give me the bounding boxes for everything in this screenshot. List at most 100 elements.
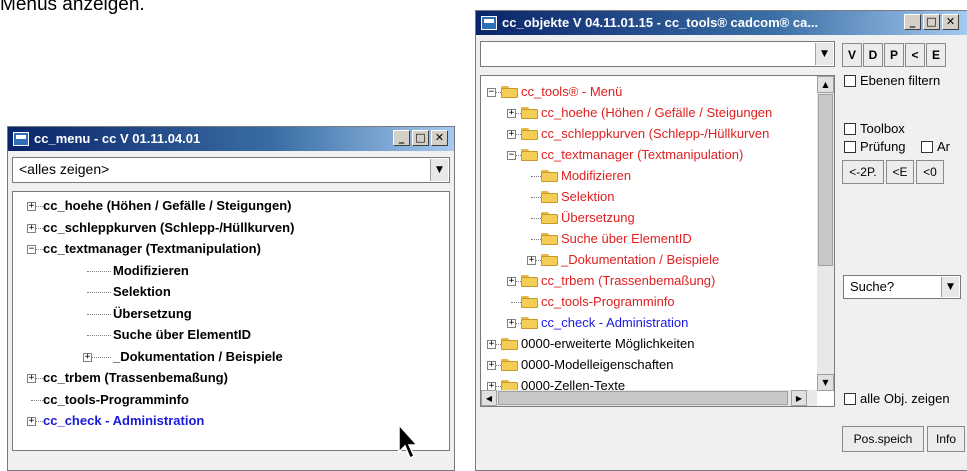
tree-item[interactable]: Übersetzung <box>13 304 449 324</box>
tree-item[interactable]: + cc_trbem (Trassenbemaßung) <box>13 368 449 388</box>
expand-toggle[interactable]: + <box>507 319 516 328</box>
tree-item[interactable]: +0000-erweiterte Möglichkeiten <box>481 334 834 354</box>
folder-icon <box>541 233 558 245</box>
expand-toggle[interactable]: + <box>527 256 536 265</box>
scroll-down-arrow[interactable]: ▼ <box>817 374 834 391</box>
tree-item[interactable]: − cc_tools® - Menü <box>481 82 834 102</box>
d-button[interactable]: D <box>863 43 883 67</box>
filter-combo[interactable]: <alles zeigen> ▼ <box>12 157 450 183</box>
tree-item-label: _Dokumentation / Beispiele <box>113 348 283 364</box>
tree-item[interactable]: + cc_schleppkurven (Schlepp-/Hüllkurven <box>481 124 834 144</box>
back-button[interactable]: < <box>905 43 925 67</box>
toolbox-checkbox[interactable]: Toolbox <box>844 121 905 136</box>
horizontal-scrollbar[interactable]: ◀ ▶ <box>481 390 817 406</box>
vertical-scrollbar[interactable]: ▲ ▼ <box>817 76 834 391</box>
tree-item-label: cc_check - Administration <box>541 315 689 330</box>
minimize-button[interactable]: _ <box>904 14 921 30</box>
expand-toggle[interactable]: + <box>27 223 36 233</box>
tree-item[interactable]: Suche über ElementID <box>13 325 449 345</box>
expand-toggle[interactable]: + <box>507 109 516 118</box>
suche-combo[interactable]: Suche? ▼ <box>843 275 961 299</box>
menu-tree[interactable]: + cc_hoehe (Höhen / Gefälle / Steigungen)… <box>12 191 450 451</box>
tree-item-label: Modifizieren <box>561 168 632 183</box>
expand-toggle[interactable]: + <box>83 352 92 362</box>
scroll-thumb[interactable] <box>498 391 788 405</box>
folder-icon <box>521 149 538 161</box>
tree-item[interactable]: +0000-Modelleigenschaften <box>481 355 834 375</box>
scroll-thumb[interactable] <box>818 94 833 266</box>
scroll-right-arrow[interactable]: ▶ <box>791 390 807 406</box>
expand-toggle[interactable]: + <box>487 340 496 349</box>
expand-toggle[interactable]: + <box>27 202 36 211</box>
scroll-left-arrow[interactable]: ◀ <box>481 390 497 406</box>
close-button[interactable]: ✕ <box>942 14 959 30</box>
chevron-down-icon[interactable]: ▼ <box>430 159 448 181</box>
tree-item[interactable]: Selektion <box>481 187 834 207</box>
tree-item[interactable]: + cc_hoehe (Höhen / Gefälle / Steigungen <box>481 103 834 123</box>
object-combo[interactable]: ▼ <box>480 41 835 67</box>
tree-item[interactable]: Modifizieren <box>481 166 834 186</box>
tree-connector <box>531 197 541 198</box>
e-button[interactable]: E <box>926 43 946 67</box>
pos-speich-button[interactable]: Pos.speich <box>842 426 924 452</box>
alle-obj-checkbox[interactable]: alle Obj. zeigen <box>844 391 950 406</box>
tree-item[interactable]: + _Dokumentation / Beispiele <box>481 250 834 270</box>
tree-item-label: Suche über ElementID <box>113 327 251 342</box>
ebenen-filtern-label: Ebenen filtern <box>860 73 941 88</box>
tree-item[interactable]: Übersetzung <box>481 208 834 228</box>
tree-item[interactable]: + cc_trbem (Trassenbemaßung) <box>481 271 834 291</box>
expand-toggle[interactable]: + <box>27 417 36 426</box>
scroll-up-arrow[interactable]: ▲ <box>817 76 834 93</box>
tree-item[interactable]: Modifizieren <box>13 261 449 281</box>
pruefung-label: Prüfung <box>860 139 906 154</box>
ebenen-filtern-checkbox[interactable]: Ebenen filtern <box>844 73 940 88</box>
tree-item-label: Modifizieren <box>113 262 189 278</box>
title-bar[interactable]: cc_menu - cc V 01.11.04.01 _ □ ✕ <box>8 127 454 151</box>
folder-icon <box>521 275 538 287</box>
folder-icon <box>501 338 518 350</box>
collapse-toggle[interactable]: − <box>487 88 496 97</box>
tree-item[interactable]: Selektion <box>13 282 449 302</box>
folder-icon <box>541 170 558 182</box>
back-e-button[interactable]: <E <box>886 160 914 184</box>
title-bar[interactable]: cc_objekte V 04.11.01.15 - cc_tools® cad… <box>476 11 967 35</box>
tree-item[interactable]: Suche über ElementID <box>481 229 834 249</box>
v-button[interactable]: V <box>842 43 862 67</box>
tree-item[interactable]: − cc_textmanager (Textmanipulation) <box>481 145 834 165</box>
chevron-down-icon[interactable]: ▼ <box>815 43 833 65</box>
tree-item[interactable]: + cc_check - Administration <box>481 313 834 333</box>
minimize-button[interactable]: _ <box>393 130 410 146</box>
tree-item[interactable]: + cc_schleppkurven (Schlepp-/Hüllkurven) <box>13 218 449 238</box>
tree-item[interactable]: cc_tools-Programminfo <box>13 390 449 410</box>
extra-checkbox[interactable]: Ar <box>921 139 950 154</box>
tree-item[interactable]: + cc_hoehe (Höhen / Gefälle / Steigungen) <box>13 196 449 216</box>
object-tree[interactable]: − cc_tools® - Menü + cc_hoehe (Höhen / Gefä… <box>480 75 835 407</box>
chevron-down-icon[interactable]: ▼ <box>941 277 959 297</box>
tree-item[interactable]: + _Dokumentation / Beispiele <box>13 347 449 367</box>
filter-combo-value: <alles zeigen> <box>19 161 110 177</box>
close-button[interactable]: ✕ <box>431 130 448 146</box>
expand-toggle[interactable]: + <box>487 361 496 370</box>
cc-objekte-window: cc_objekte V 04.11.01.15 - cc_tools® cad… <box>475 10 967 471</box>
back-2p-button[interactable]: <-2P. <box>842 160 884 184</box>
mouse-cursor-icon <box>398 424 419 460</box>
collapse-toggle[interactable]: − <box>507 151 516 160</box>
expand-toggle[interactable]: + <box>507 277 516 286</box>
info-button[interactable]: Info <box>927 426 965 452</box>
tree-item-label: cc_tools-Programminfo <box>541 294 675 309</box>
p-button[interactable]: P <box>884 43 904 67</box>
tree-item[interactable]: − cc_textmanager (Textmanipulation) <box>13 239 449 259</box>
folder-icon <box>521 296 538 308</box>
expand-toggle[interactable]: + <box>507 130 516 139</box>
tree-item[interactable]: + cc_check - Administration <box>13 411 449 431</box>
maximize-button[interactable]: □ <box>923 14 940 30</box>
tree-item[interactable]: cc_tools-Programminfo <box>481 292 834 312</box>
tree-item-label: cc_hoehe (Höhen / Gefälle / Steigungen <box>541 105 773 120</box>
tree-item-label: cc_hoehe (Höhen / Gefälle / Steigungen) <box>43 198 292 213</box>
expand-toggle[interactable]: + <box>27 374 36 383</box>
window-title: cc_menu - cc V 01.11.04.01 <box>34 131 201 146</box>
pruefung-checkbox[interactable]: Prüfung <box>844 139 906 154</box>
back-0-button[interactable]: <0 <box>916 160 944 184</box>
collapse-toggle[interactable]: − <box>27 245 36 254</box>
maximize-button[interactable]: □ <box>412 130 429 146</box>
